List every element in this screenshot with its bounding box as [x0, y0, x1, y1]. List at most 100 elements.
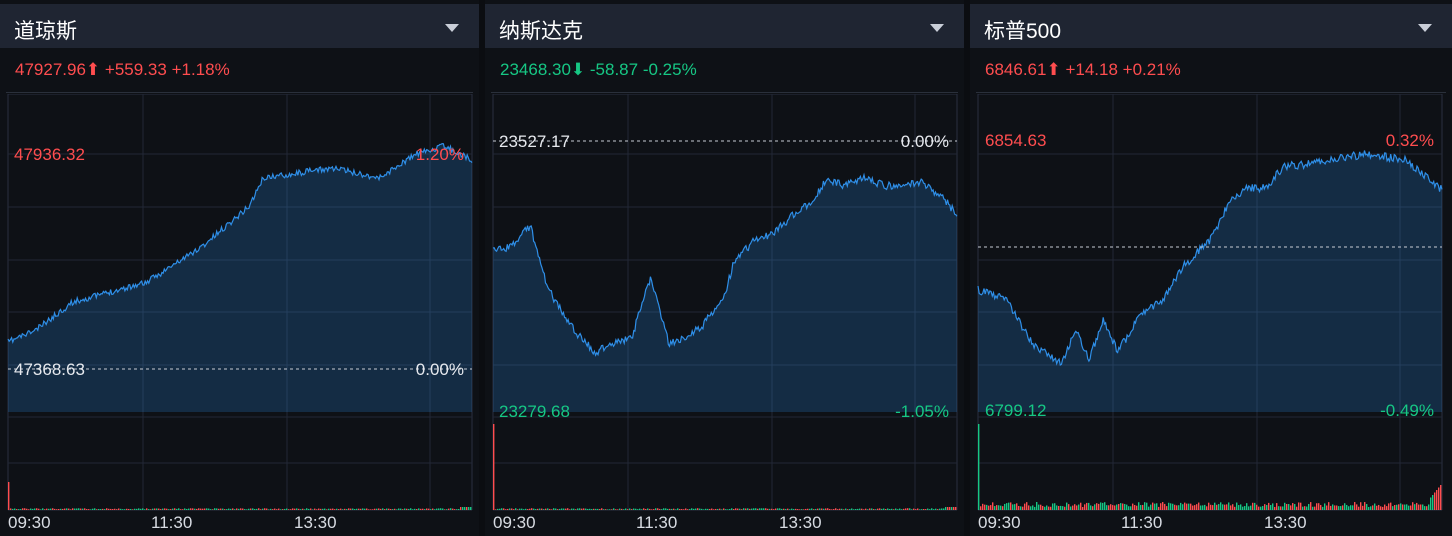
volume-bar	[669, 508, 671, 510]
volume-bar	[1150, 504, 1152, 510]
volume-bar	[905, 508, 907, 510]
volume-bar	[775, 508, 777, 510]
volume-bar	[561, 508, 563, 510]
volume-bar	[601, 508, 603, 510]
volume-bar	[326, 509, 328, 510]
volume-bar	[1086, 502, 1088, 510]
triangle-down-icon[interactable]	[445, 24, 459, 32]
volume-bar	[280, 509, 282, 510]
volume-bar	[384, 509, 386, 510]
volume-bar	[1024, 503, 1026, 510]
volume-bar	[499, 508, 501, 510]
volume-bar	[493, 424, 495, 510]
volume-bar	[1044, 506, 1046, 510]
volume-bar	[1138, 502, 1140, 510]
volume-bar	[1144, 502, 1146, 510]
volume-bar	[873, 509, 875, 510]
volume-bar	[50, 508, 52, 510]
volume-bars	[8, 482, 472, 510]
volume-bar	[376, 508, 378, 510]
volume-bar	[18, 509, 20, 510]
volume-bar	[332, 508, 334, 510]
volume-bar	[739, 508, 741, 510]
divider	[491, 92, 958, 93]
volume-bar	[176, 508, 178, 510]
volume-bar	[1158, 506, 1160, 510]
volume-bar	[138, 508, 140, 510]
x-tick: 11:30	[636, 513, 678, 532]
panel-header[interactable]: 纳斯达克	[485, 4, 964, 48]
volume-bar	[1198, 502, 1200, 510]
volume-bar	[925, 509, 927, 510]
intraday-chart[interactable]: 23527.17 0.00% 23279.68 -1.05%	[485, 94, 964, 514]
volume-bar	[953, 507, 955, 510]
volume-bar	[1396, 504, 1398, 510]
triangle-down-icon[interactable]	[1418, 24, 1432, 32]
volume-bar	[984, 504, 986, 510]
volume-bar	[394, 508, 396, 510]
volume-bar	[1202, 505, 1204, 510]
volume-bar	[665, 508, 667, 510]
price: 47927.96	[15, 60, 86, 79]
volume-bar	[1012, 504, 1014, 510]
change: +559.33	[104, 60, 167, 79]
volume-bar	[1096, 503, 1098, 510]
volume-bar	[106, 508, 108, 510]
volume-bar	[1176, 505, 1178, 510]
panel-header[interactable]: 标普500	[970, 4, 1452, 48]
volume-bar	[1298, 502, 1300, 510]
volume-bar	[903, 508, 905, 510]
triangle-down-icon[interactable]	[930, 24, 944, 32]
volume-bar	[803, 509, 805, 510]
volume-bar	[1320, 504, 1322, 510]
volume-bar	[210, 509, 212, 510]
panel-header[interactable]: 道琼斯	[0, 4, 479, 48]
volume-bar	[198, 508, 200, 510]
volume-bar	[1288, 504, 1290, 510]
volume-bar	[1240, 504, 1242, 510]
dow-jones-panel: 道琼斯 47927.96⬆ +559.33 +1.18% 47936.32 1.…	[0, 0, 479, 536]
volume-bar	[1088, 502, 1090, 510]
volume-bar	[182, 509, 184, 510]
volume-bar	[160, 509, 162, 510]
volume-bar	[288, 509, 290, 510]
volume-bar	[12, 508, 14, 510]
volume-bar	[529, 508, 531, 510]
volume-bar	[855, 509, 857, 510]
volume-bar	[935, 508, 937, 510]
volume-bar	[1192, 505, 1194, 510]
intraday-chart[interactable]: 6854.63 0.32% 6799.12 -0.49%	[970, 94, 1452, 514]
volume-bar	[260, 509, 262, 510]
volume-bar	[571, 508, 573, 510]
volume-bar	[1380, 506, 1382, 510]
volume-bar	[1286, 503, 1288, 510]
volume-bar	[1386, 506, 1388, 510]
volume-bar	[919, 509, 921, 510]
volume-bar	[645, 508, 647, 510]
volume-bar	[753, 508, 755, 510]
volume-bar	[1404, 504, 1406, 510]
volume-bar	[1172, 503, 1174, 510]
volume-bar	[1038, 504, 1040, 510]
y-label-ref: 47368.63	[14, 360, 85, 379]
volume-bar	[36, 508, 38, 510]
volume-bar	[595, 508, 597, 510]
volume-bar	[755, 508, 757, 510]
volume-bar	[998, 505, 1000, 510]
volume-bar	[733, 508, 735, 510]
volume-bar	[1362, 505, 1364, 510]
volume-bar	[172, 508, 174, 510]
volume-bar	[779, 508, 781, 510]
volume-bar	[978, 424, 980, 510]
volume-bar	[412, 509, 414, 510]
volume-bar	[1216, 504, 1218, 510]
volume-bar	[230, 508, 232, 510]
volume-bar	[881, 508, 883, 510]
volume-bar	[1210, 504, 1212, 510]
volume-bar	[72, 508, 74, 510]
volume-bar	[1092, 506, 1094, 510]
volume-bar	[1296, 506, 1298, 510]
intraday-chart[interactable]: 47936.32 1.20% 47368.63 0.00%	[0, 94, 479, 514]
volume-bar	[226, 509, 228, 510]
volume-bar	[1164, 503, 1166, 510]
